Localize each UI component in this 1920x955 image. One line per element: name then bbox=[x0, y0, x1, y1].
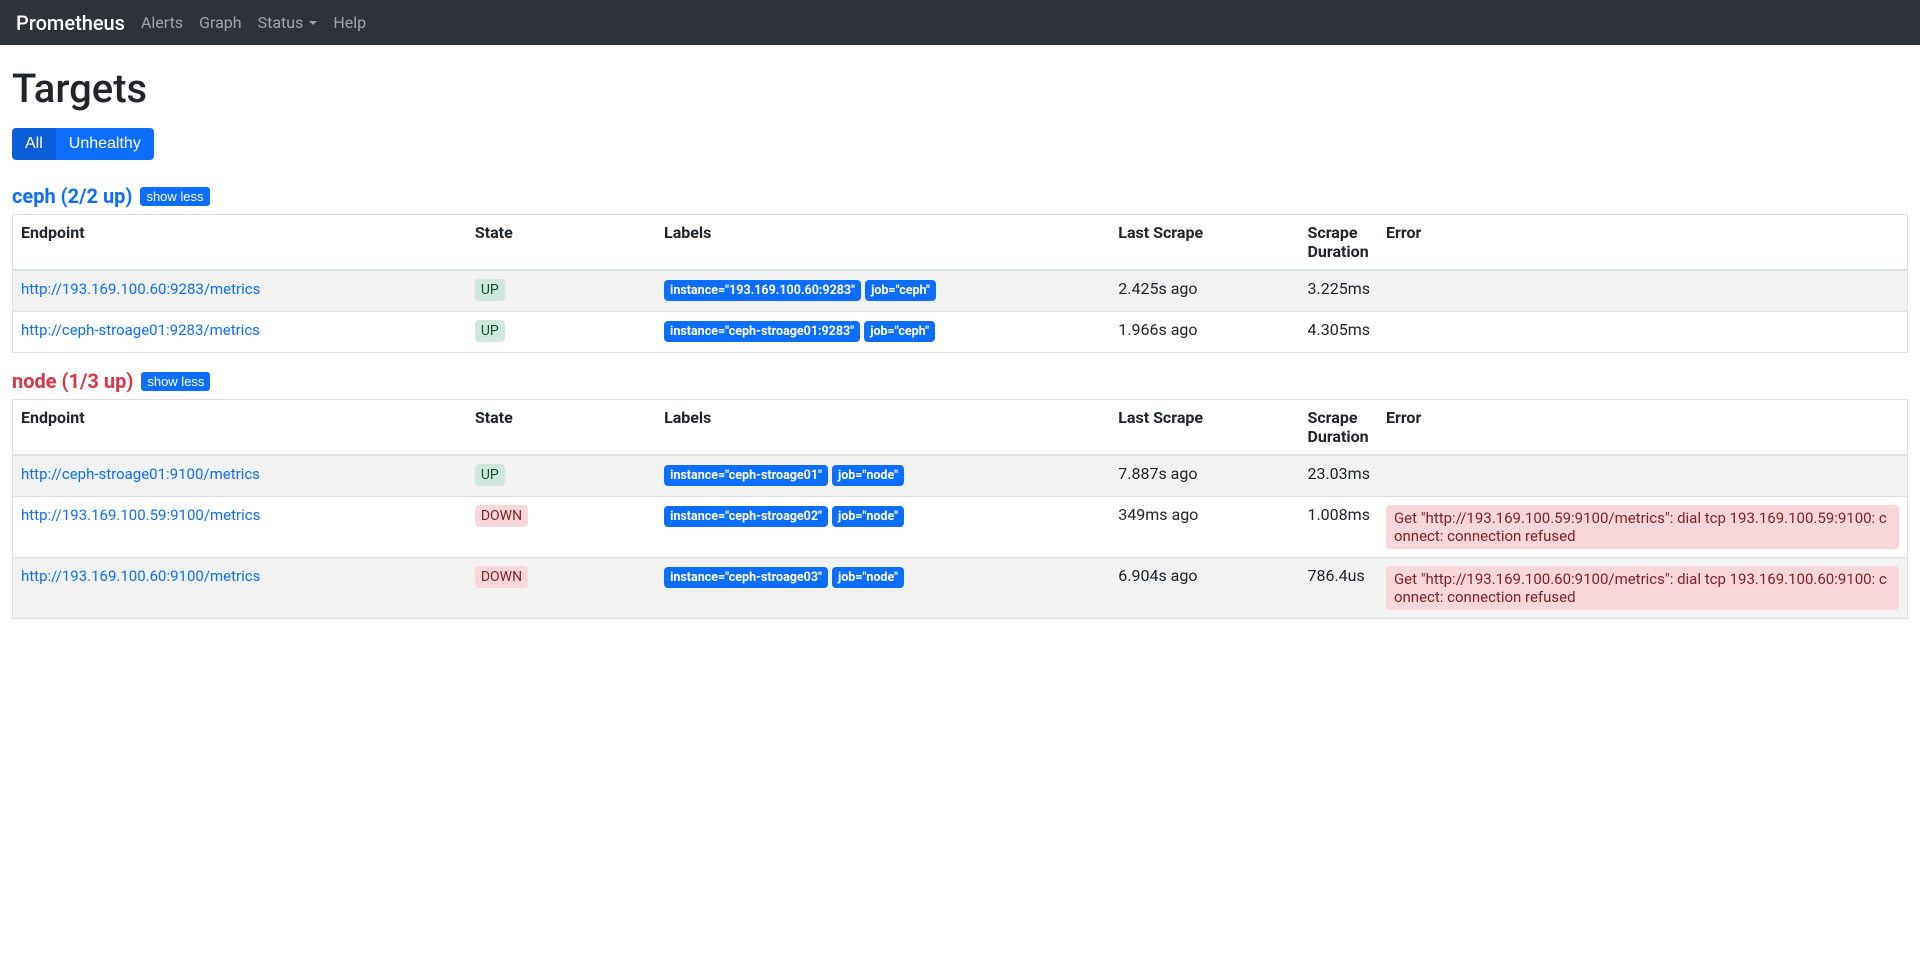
show-less-button[interactable]: show less bbox=[141, 372, 210, 391]
chevron-down-icon bbox=[309, 21, 317, 25]
column-header-last_scrape: Last Scrape bbox=[1110, 400, 1299, 456]
table-row: http://193.169.100.60:9100/metrics DOWN in… bbox=[13, 558, 1908, 619]
column-header-labels: Labels bbox=[656, 215, 1110, 271]
label-badge: instance="ceph-stroage03" bbox=[664, 567, 828, 588]
filter-group: All Unhealthy bbox=[12, 128, 154, 160]
page-title: Targets bbox=[12, 65, 1908, 112]
state-badge: DOWN bbox=[475, 566, 528, 588]
group-title: node (1/3 up) bbox=[12, 369, 133, 393]
state-badge: UP bbox=[475, 279, 505, 301]
last-scrape: 349ms ago bbox=[1110, 497, 1299, 558]
scrape-duration: 786.4us bbox=[1299, 558, 1377, 619]
last-scrape: 1.966s ago bbox=[1110, 312, 1299, 353]
column-header-labels: Labels bbox=[656, 400, 1110, 456]
endpoint-link[interactable]: http://193.169.100.60:9283/metrics bbox=[21, 280, 260, 298]
group-title: ceph (2/2 up) bbox=[12, 184, 132, 208]
column-header-endpoint: Endpoint bbox=[13, 400, 467, 456]
endpoint-link[interactable]: http://ceph-stroage01:9283/metrics bbox=[21, 321, 260, 339]
endpoint-link[interactable]: http://193.169.100.59:9100/metrics bbox=[21, 506, 260, 524]
nav-status-label: Status bbox=[258, 13, 304, 32]
nav-help[interactable]: Help bbox=[333, 13, 366, 32]
table-row: http://193.169.100.59:9100/metrics DOWN in… bbox=[13, 497, 1908, 558]
scrape-duration: 3.225ms bbox=[1300, 270, 1378, 312]
targets-table: EndpointStateLabelsLast ScrapeScrape Dur… bbox=[12, 399, 1908, 619]
group-header: ceph (2/2 up) show less bbox=[12, 184, 1908, 208]
filter-all-button[interactable]: All bbox=[12, 128, 56, 160]
nav-graph[interactable]: Graph bbox=[199, 13, 242, 32]
targets-table: EndpointStateLabelsLast ScrapeScrape Dur… bbox=[12, 214, 1908, 353]
label-badge: job="node" bbox=[832, 506, 904, 527]
state-badge: UP bbox=[475, 320, 505, 342]
show-less-button[interactable]: show less bbox=[140, 187, 209, 206]
last-scrape: 7.887s ago bbox=[1110, 455, 1299, 497]
nav-alerts[interactable]: Alerts bbox=[141, 13, 183, 32]
column-header-scrape_duration: Scrape Duration bbox=[1300, 215, 1378, 271]
table-row: http://193.169.100.60:9283/metrics UP inst… bbox=[13, 270, 1908, 312]
column-header-scrape_duration: Scrape Duration bbox=[1299, 400, 1377, 456]
label-badge: instance="193.169.100.60:9283" bbox=[664, 280, 861, 301]
main-container: Targets All Unhealthy ceph (2/2 up) show … bbox=[0, 45, 1920, 647]
column-header-error: Error bbox=[1378, 215, 1908, 271]
label-badge: job="ceph" bbox=[865, 280, 936, 301]
filter-unhealthy-button[interactable]: Unhealthy bbox=[56, 128, 154, 160]
nav-status[interactable]: Status bbox=[258, 13, 318, 32]
scrape-duration: 23.03ms bbox=[1299, 455, 1377, 497]
label-badge: instance="ceph-stroage01:9283" bbox=[664, 321, 860, 342]
group-header: node (1/3 up) show less bbox=[12, 369, 1908, 393]
last-scrape: 2.425s ago bbox=[1110, 270, 1299, 312]
nav-links: Alerts Graph Status Help bbox=[141, 13, 366, 32]
table-row: http://ceph-stroage01:9283/metrics UP inst… bbox=[13, 312, 1908, 353]
label-badge: instance="ceph-stroage01" bbox=[664, 465, 828, 486]
scrape-duration: 4.305ms bbox=[1300, 312, 1378, 353]
label-badge: job="ceph" bbox=[864, 321, 935, 342]
scrape-duration: 1.008ms bbox=[1299, 497, 1377, 558]
table-row: http://ceph-stroage01:9100/metrics UP inst… bbox=[13, 455, 1908, 497]
column-header-state: State bbox=[467, 215, 656, 271]
label-badge: job="node" bbox=[832, 465, 904, 486]
error-alert: Get "http://193.169.100.59:9100/metrics"… bbox=[1386, 505, 1899, 549]
state-badge: DOWN bbox=[475, 505, 528, 527]
column-header-error: Error bbox=[1378, 400, 1908, 456]
navbar: Prometheus Alerts Graph Status Help bbox=[0, 0, 1920, 45]
label-badge: instance="ceph-stroage02" bbox=[664, 506, 828, 527]
endpoint-link[interactable]: http://193.169.100.60:9100/metrics bbox=[21, 567, 260, 585]
endpoint-link[interactable]: http://ceph-stroage01:9100/metrics bbox=[21, 465, 260, 483]
label-badge: job="node" bbox=[832, 567, 904, 588]
error-alert: Get "http://193.169.100.60:9100/metrics"… bbox=[1386, 566, 1899, 610]
last-scrape: 6.904s ago bbox=[1110, 558, 1299, 619]
column-header-state: State bbox=[467, 400, 656, 456]
state-badge: UP bbox=[475, 464, 505, 486]
column-header-endpoint: Endpoint bbox=[13, 215, 467, 271]
brand[interactable]: Prometheus bbox=[16, 11, 125, 35]
column-header-last_scrape: Last Scrape bbox=[1110, 215, 1299, 271]
